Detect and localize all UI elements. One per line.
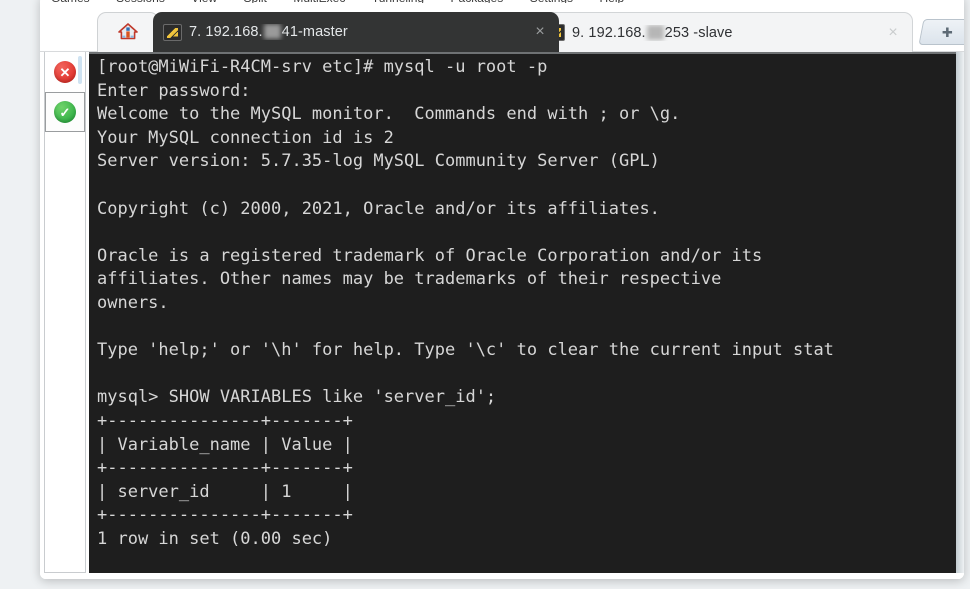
terminal-key-icon [163, 23, 182, 41]
terminal-line: 1 row in set (0.00 sec) [97, 528, 333, 549]
session-status-sidebar[interactable]: ✕ ✓ [44, 52, 86, 573]
tab-strip: 7. 192.168. 41-master × 9. 192.168. 253 -s… [40, 3, 964, 52]
home-icon [117, 21, 139, 44]
tab-title-slave-prefix: 9. 192.168. [572, 24, 646, 41]
terminal-line: | server_id | 1 | [97, 481, 353, 502]
tab-title-slave-suffix: 253 -slave [664, 24, 733, 41]
terminal-line: Server version: 5.7.35-log MySQL Communi… [97, 151, 660, 172]
status-slot-error[interactable]: ✕ [45, 52, 85, 92]
terminal-line: +---------------+-------+ [97, 410, 353, 431]
tab-close-button-slave[interactable]: × [884, 24, 902, 41]
terminal-line: +---------------+-------+ [97, 458, 353, 479]
work-area: ✕ ✓ [root@MiWiFi-R4CM-srv etc]# mysql -u… [40, 52, 964, 579]
tab-close-button-master[interactable]: × [531, 24, 549, 40]
status-ok-badge: ✓ [54, 101, 76, 123]
plus-icon: ✚ [941, 24, 953, 40]
terminal-line: Welcome to the MySQL monitor. Commands e… [97, 104, 681, 125]
terminal-line: [root@MiWiFi-R4CM-srv etc]# mysql -u roo… [97, 57, 548, 77]
status-slot-ok[interactable]: ✓ [45, 92, 85, 132]
status-error-badge: ✕ [54, 61, 76, 83]
redacted-ip-octet [646, 24, 664, 40]
terminal-line: Oracle is a registered trademark of Orac… [97, 245, 763, 266]
terminal-line: owners. [97, 292, 169, 313]
terminal-output-pane[interactable]: [root@MiWiFi-R4CM-srv etc]# mysql -u roo… [89, 52, 956, 573]
window-bottom-rim [40, 573, 964, 579]
terminal-line: Enter password: [97, 80, 251, 101]
tab-title-slave: 9. 192.168. 253 -slave [572, 24, 884, 41]
tab-title-master: 7. 192.168. 41-master [189, 24, 531, 40]
tab-home[interactable] [97, 12, 159, 52]
terminal-right-gutter [956, 52, 964, 573]
terminal-line: | Variable_name | Value | [97, 434, 353, 455]
tab-session-slave[interactable]: 9. 192.168. 253 -slave × [535, 12, 913, 52]
tab-title-master-prefix: 7. 192.168. [189, 24, 263, 40]
terminal-line: mysql> SHOW VARIABLES like 'server_id'; [97, 387, 497, 408]
desktop-backdrop: Games Sessions View Split MultiExec Tunn… [0, 0, 970, 589]
tab-session-master[interactable]: 7. 192.168. 41-master × [153, 12, 559, 52]
redacted-ip-octet [263, 24, 281, 39]
tab-title-master-suffix: 41-master [281, 24, 348, 40]
terminal-application-window: Games Sessions View Split MultiExec Tunn… [40, 0, 964, 579]
new-tab-button[interactable]: ✚ [918, 19, 964, 45]
terminal-line: Copyright (c) 2000, 2021, Oracle and/or … [97, 198, 660, 219]
terminal-line: affiliates. Other names may be trademark… [97, 269, 722, 290]
terminal-line: +---------------+-------+ [97, 505, 353, 526]
terminal-text: [root@MiWiFi-R4CM-srv etc]# mysql -u roo… [97, 56, 956, 551]
terminal-line: Type 'help;' or '\h' for help. Type '\c'… [97, 340, 834, 361]
terminal-line: Your MySQL connection id is 2 [97, 127, 394, 148]
